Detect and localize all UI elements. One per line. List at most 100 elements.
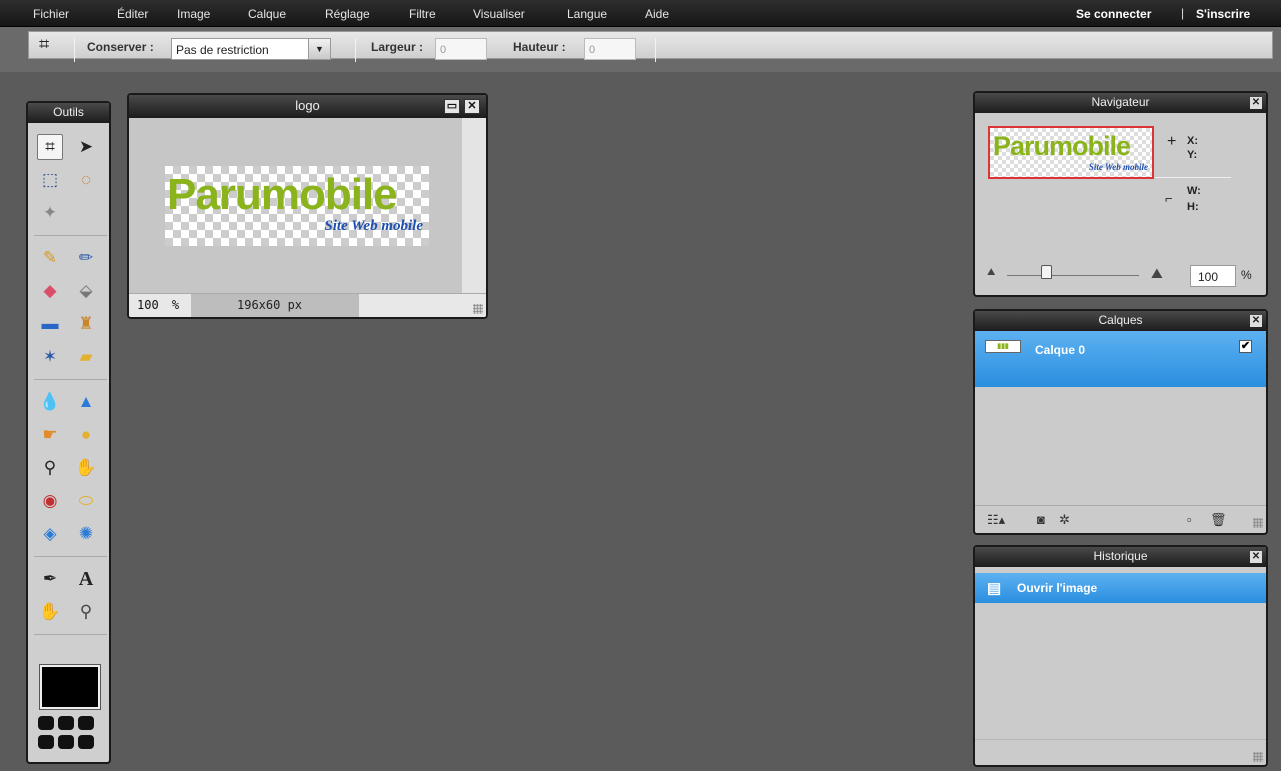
sponge-tool-icon[interactable]: ● bbox=[73, 422, 99, 448]
resize-grip-icon[interactable] bbox=[1253, 518, 1263, 528]
navigator-divider bbox=[1155, 177, 1231, 178]
shape-tool-icon[interactable]: ▰ bbox=[73, 344, 99, 370]
layer-row[interactable]: ▮▮▮ Calque 0 ✔ bbox=[975, 331, 1266, 387]
foreground-color-swatch[interactable] bbox=[40, 665, 100, 709]
zoom-tool-icon[interactable]: ⚲ bbox=[73, 599, 99, 625]
text-tool-icon[interactable]: A bbox=[73, 566, 99, 592]
thumb-logo-main: Parumobile bbox=[993, 131, 1131, 161]
options-divider bbox=[74, 38, 75, 62]
conserver-select[interactable]: Pas de restriction ▼ bbox=[171, 38, 331, 60]
menu-langue[interactable]: Langue bbox=[567, 7, 607, 21]
w-label: W: bbox=[1187, 185, 1201, 197]
document-status-bar: 100 % 196x60 px bbox=[129, 293, 486, 317]
history-item[interactable]: ▤ Ouvrir l'image bbox=[975, 573, 1266, 603]
palette-dot[interactable] bbox=[58, 716, 74, 730]
close-icon[interactable]: ✕ bbox=[1250, 97, 1262, 109]
tools-panel-title: Outils bbox=[28, 103, 109, 123]
smudge-tool-icon[interactable]: ☛ bbox=[37, 422, 63, 448]
blur-tool-icon[interactable]: 💧 bbox=[37, 389, 63, 415]
chevron-down-icon[interactable]: ▼ bbox=[308, 39, 330, 59]
palette-dot[interactable] bbox=[78, 716, 94, 730]
new-layer-icon[interactable]: ▫ bbox=[1187, 512, 1192, 527]
vertical-scrollbar[interactable] bbox=[462, 118, 486, 293]
palette-dot[interactable] bbox=[58, 735, 74, 749]
menu-editer[interactable]: Éditer bbox=[117, 7, 148, 21]
image-canvas[interactable]: Parumobile Site Web mobile bbox=[165, 166, 429, 246]
crop-icon: ⌗ bbox=[39, 34, 50, 54]
layers-toolbar: ☷▴ ◙ ✲ ▫ 🗑 bbox=[975, 505, 1266, 531]
layer-settings-icon[interactable]: ☷▴ bbox=[987, 512, 1005, 528]
eraser-tool-icon[interactable]: ◆ bbox=[37, 278, 63, 304]
menu-aide[interactable]: Aide bbox=[645, 7, 669, 21]
options-bar: ⌗ Conserver : Pas de restriction ▼ Large… bbox=[0, 27, 1281, 72]
resize-grip-icon[interactable] bbox=[473, 304, 483, 314]
conserver-label: Conserver : bbox=[87, 40, 154, 54]
menu-calque[interactable]: Calque bbox=[248, 7, 286, 21]
y-label: Y: bbox=[1187, 149, 1198, 161]
zoom-field[interactable]: 100 % bbox=[137, 298, 179, 312]
menu-image[interactable]: Image bbox=[177, 7, 210, 21]
stamp-tool-icon[interactable]: ♜ bbox=[73, 311, 99, 337]
move-tool-icon[interactable]: ➤ bbox=[73, 134, 99, 160]
zoom-slider-track[interactable] bbox=[1007, 275, 1139, 276]
trash-icon[interactable]: 🗑 bbox=[1210, 512, 1227, 528]
palette-dot[interactable] bbox=[78, 735, 94, 749]
zoom-slider-handle[interactable] bbox=[1041, 265, 1053, 279]
close-icon[interactable]: ✕ bbox=[1250, 551, 1262, 563]
burn-tool-icon[interactable]: ✋ bbox=[73, 455, 99, 481]
layer-styles-icon[interactable]: ✲ bbox=[1059, 512, 1070, 528]
bloat-tool-icon[interactable]: ◈ bbox=[37, 521, 63, 547]
marquee-tool-icon[interactable]: ⬚ bbox=[37, 167, 63, 193]
largeur-label: Largeur : bbox=[371, 40, 424, 54]
color-picker-icon[interactable]: ✒ bbox=[37, 566, 63, 592]
resize-grip-icon[interactable] bbox=[1253, 752, 1263, 762]
signup-link[interactable]: S'inscrire bbox=[1196, 7, 1250, 21]
palette-dot[interactable] bbox=[38, 735, 54, 749]
sharpen-tool-icon[interactable]: ▲ bbox=[73, 389, 99, 415]
layers-panel: Calques ✕ ▮▮▮ Calque 0 ✔ ☷▴ ◙ ✲ ▫ 🗑 bbox=[973, 309, 1268, 535]
largeur-input[interactable]: 0 bbox=[435, 38, 487, 60]
hauteur-label: Hauteur : bbox=[513, 40, 566, 54]
zoom-input[interactable]: 100 bbox=[1190, 265, 1236, 287]
navigator-title: Navigateur bbox=[975, 93, 1266, 113]
open-image-icon: ▤ bbox=[987, 580, 1002, 597]
hand-tool-icon[interactable]: ✋ bbox=[37, 599, 63, 625]
options-strip: ⌗ Conserver : Pas de restriction ▼ Large… bbox=[28, 31, 1273, 62]
bucket-tool-icon[interactable]: ⬙ bbox=[73, 278, 99, 304]
menu-reglage[interactable]: Réglage bbox=[325, 7, 370, 21]
history-item-label: Ouvrir l'image bbox=[1017, 581, 1098, 595]
crop-tool-icon[interactable]: ⌗ bbox=[37, 134, 63, 160]
menu-visualiser[interactable]: Visualiser bbox=[473, 7, 525, 21]
zoom-out-icon[interactable]: ⛰ bbox=[987, 267, 995, 278]
logo-sub-text: Site Web mobile bbox=[324, 218, 423, 234]
pencil-tool-icon[interactable]: ✎ bbox=[37, 245, 63, 271]
image-size: 196x60 px bbox=[191, 294, 359, 317]
brush-tool-icon[interactable]: ✏ bbox=[73, 245, 99, 271]
layers-title: Calques bbox=[975, 311, 1266, 331]
login-link[interactable]: Se connecter bbox=[1076, 7, 1151, 21]
gradient-tool-icon[interactable]: ▬ bbox=[37, 311, 63, 337]
close-icon[interactable]: ✕ bbox=[1250, 315, 1262, 327]
layer-visibility-checkbox[interactable]: ✔ bbox=[1239, 340, 1252, 353]
lasso-tool-icon[interactable]: ◌ bbox=[73, 167, 99, 193]
layer-thumbnail: ▮▮▮ bbox=[985, 340, 1021, 353]
navigator-thumbnail[interactable]: Parumobile Site Web mobile bbox=[988, 126, 1154, 179]
close-icon[interactable]: ✕ bbox=[464, 99, 480, 114]
menu-fichier[interactable]: Fichier bbox=[33, 7, 69, 21]
menu-filtre[interactable]: Filtre bbox=[409, 7, 436, 21]
magic-wand-icon[interactable]: ✦ bbox=[37, 200, 63, 226]
maximize-icon[interactable]: ▭ bbox=[444, 99, 460, 114]
hauteur-input[interactable]: 0 bbox=[584, 38, 636, 60]
palette-dot[interactable] bbox=[38, 716, 54, 730]
zoom-in-icon[interactable]: ⛰ bbox=[1151, 265, 1163, 282]
pinch-tool-icon[interactable]: ✺ bbox=[73, 521, 99, 547]
document-window: logo ▭ ✕ Parumobile Site Web mobile 100 … bbox=[127, 93, 488, 319]
conserver-value: Pas de restriction bbox=[176, 43, 269, 57]
dodge-tool-icon[interactable]: ⚲ bbox=[37, 455, 63, 481]
auth-separator: | bbox=[1181, 6, 1185, 20]
replace-color-icon[interactable]: ✶ bbox=[37, 344, 63, 370]
crosshair-icon: + bbox=[1167, 133, 1177, 150]
spot-heal-tool-icon[interactable]: ⬭ bbox=[73, 488, 99, 514]
red-eye-tool-icon[interactable]: ◉ bbox=[37, 488, 63, 514]
layer-mask-icon[interactable]: ◙ bbox=[1037, 512, 1045, 527]
